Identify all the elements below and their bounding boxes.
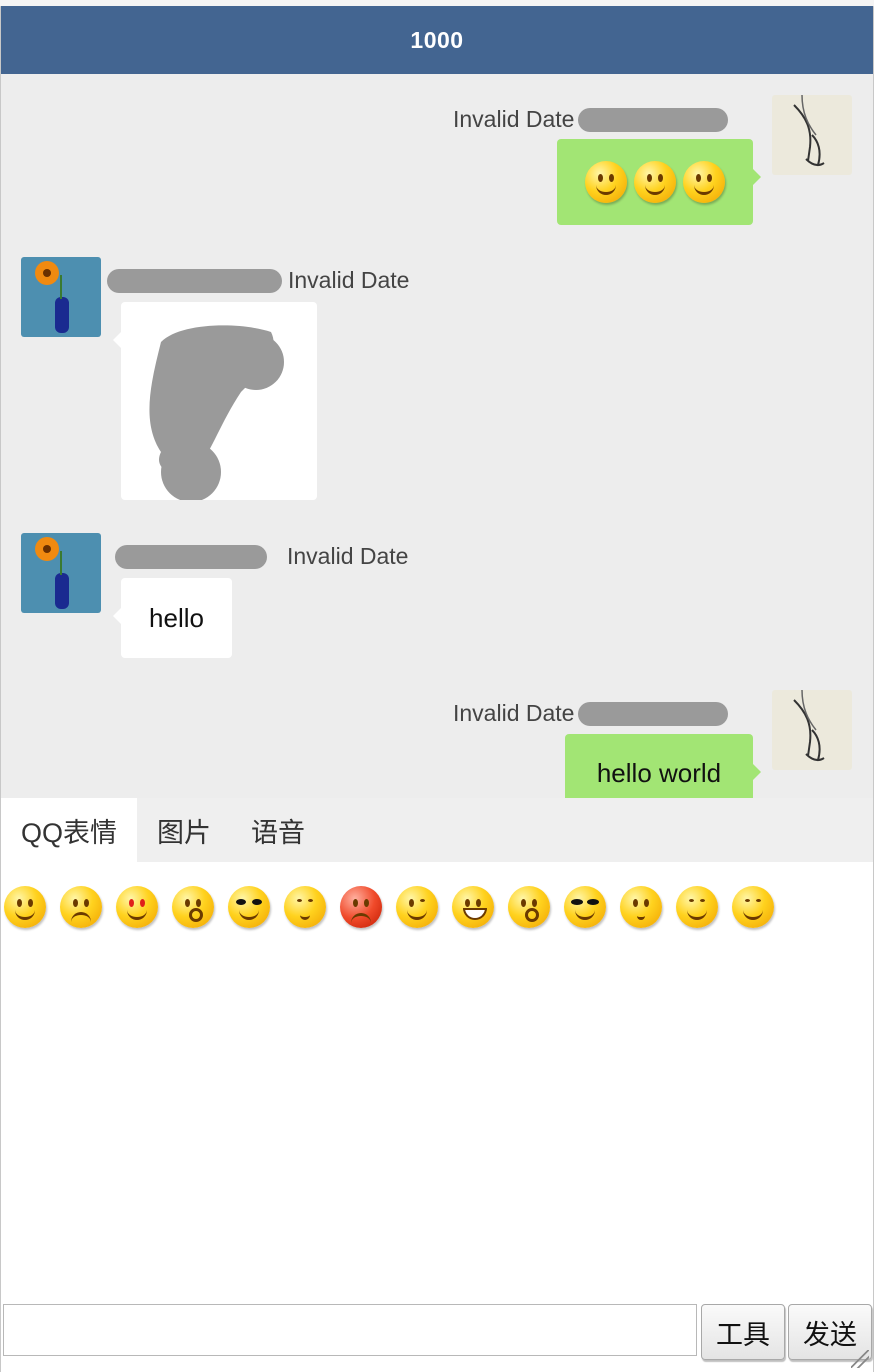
attachment-tabs: QQ表情 图片 语音 <box>1 798 873 862</box>
happy-emoji-icon[interactable] <box>732 886 774 928</box>
message-time: Invalid Date <box>288 267 410 293</box>
tab-qq-emoji[interactable]: QQ表情 <box>1 798 138 862</box>
message-bubble[interactable] <box>557 139 761 225</box>
thinking-emoji-icon[interactable] <box>676 886 718 928</box>
my-avatar[interactable] <box>772 95 852 175</box>
angry-emoji-icon[interactable] <box>340 886 382 928</box>
tools-button[interactable]: 工具 <box>701 1304 785 1360</box>
confused-emoji-icon[interactable] <box>508 886 550 928</box>
chat-title: 1000 <box>410 26 464 53</box>
heart-eyes-emoji-icon[interactable] <box>116 886 158 928</box>
emoji-panel <box>1 862 873 1302</box>
resize-handle-icon[interactable] <box>851 1350 869 1368</box>
message-meta: Invalid Date <box>453 700 729 727</box>
blush-emoji-icon[interactable] <box>620 886 662 928</box>
my-avatar[interactable] <box>772 690 852 770</box>
smile-emoji-icon <box>585 161 627 203</box>
chat-header: 1000 <box>1 6 873 74</box>
cool-emoji-icon[interactable] <box>564 886 606 928</box>
message-text: hello world <box>596 758 722 788</box>
message-meta: Invalid Date <box>115 543 408 570</box>
smile-emoji-icon <box>683 161 725 203</box>
shy-emoji-icon[interactable] <box>284 886 326 928</box>
grin-emoji-icon[interactable] <box>452 886 494 928</box>
message-bubble[interactable]: hello world <box>565 734 761 798</box>
contact-avatar[interactable] <box>21 257 101 337</box>
message-time: Invalid Date <box>287 543 409 569</box>
redacted-sender <box>115 544 267 569</box>
hand-avatar-icon <box>772 95 852 175</box>
message-text: hello <box>149 602 204 633</box>
message-meta: Invalid Date <box>453 106 729 133</box>
surprised-emoji-icon[interactable] <box>172 886 214 928</box>
message-bubble[interactable]: hello <box>113 578 232 658</box>
message-time: Invalid Date <box>453 106 575 132</box>
sunglasses-emoji-icon[interactable] <box>228 886 270 928</box>
smile-emoji-icon <box>634 161 676 203</box>
tab-voice[interactable]: 语音 <box>231 798 325 862</box>
hand-avatar-icon <box>772 690 852 770</box>
message-time: Invalid Date <box>453 700 575 726</box>
redacted-sender <box>107 268 282 293</box>
flower-avatar-icon <box>21 257 101 337</box>
contact-avatar[interactable] <box>21 533 101 613</box>
emoji-content <box>585 161 725 203</box>
message-meta: Invalid Date <box>107 267 409 294</box>
message-list[interactable]: Invalid Date Invalid Date Invalid Date h… <box>1 74 873 798</box>
smile-emoji-icon[interactable] <box>4 886 46 928</box>
tab-images[interactable]: 图片 <box>137 798 231 862</box>
message-input[interactable] <box>3 1304 697 1356</box>
emoji-grid <box>4 886 774 928</box>
redacted-image <box>149 325 284 500</box>
flower-avatar-icon <box>21 533 101 613</box>
redacted-sender <box>578 107 729 132</box>
redacted-sender <box>578 701 729 726</box>
worried-emoji-icon[interactable] <box>60 886 102 928</box>
tongue-emoji-icon[interactable] <box>396 886 438 928</box>
image-message[interactable] <box>113 302 317 500</box>
compose-bar: 工具 发送 <box>1 1302 873 1372</box>
